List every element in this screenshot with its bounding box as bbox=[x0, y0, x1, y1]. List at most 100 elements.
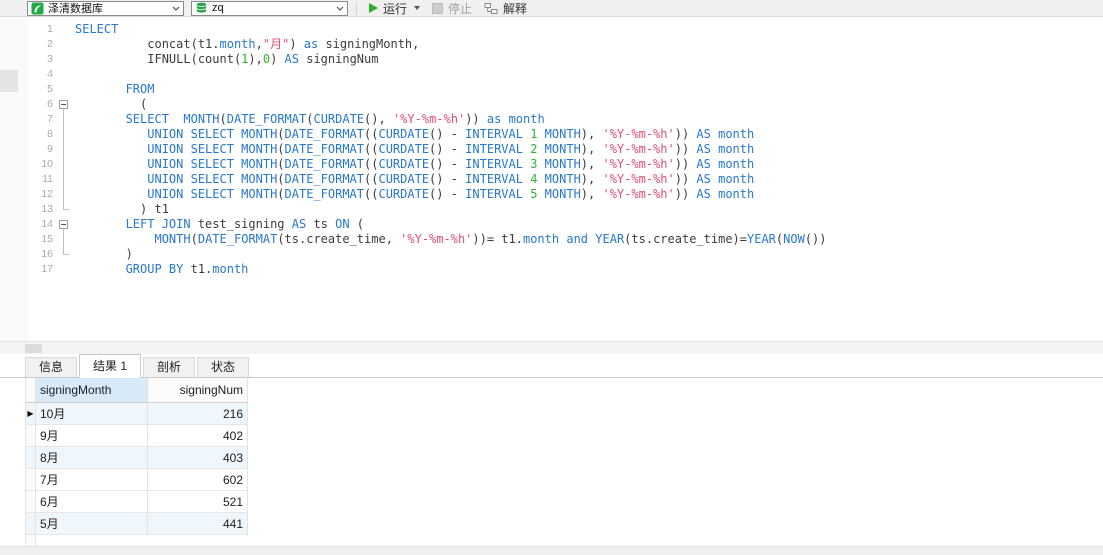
fold-gutter bbox=[57, 262, 72, 277]
database-icon bbox=[196, 2, 207, 13]
editor-hscrollbar[interactable] bbox=[0, 341, 1103, 354]
fold-gutter bbox=[57, 22, 72, 37]
result-row[interactable]: 7月 602 bbox=[25, 469, 248, 491]
connection-select[interactable]: zq bbox=[191, 0, 348, 16]
results-tab[interactable]: 剖析 bbox=[143, 357, 196, 377]
cell-signingNum[interactable]: 521 bbox=[148, 491, 248, 513]
window-bottom-edge bbox=[0, 546, 1103, 555]
fold-gutter bbox=[57, 37, 72, 52]
line-number: 9 bbox=[47, 143, 53, 155]
code-line[interactable]: 14 LEFT JOIN test_signing AS ts ON ( bbox=[0, 217, 1103, 232]
cell-signingNum[interactable]: 403 bbox=[148, 447, 248, 469]
code-text: GROUP BY t1.month bbox=[125, 262, 249, 276]
fold-gutter bbox=[57, 67, 72, 82]
results-tab[interactable]: 信息 bbox=[25, 357, 78, 377]
row-selector[interactable]: ▶ bbox=[25, 403, 36, 425]
fold-gutter bbox=[57, 127, 72, 142]
fold-gutter bbox=[57, 202, 72, 217]
fold-gutter bbox=[57, 187, 72, 202]
code-line[interactable]: 7 SELECT MONTH(DATE_FORMAT(CURDATE(), '%… bbox=[0, 112, 1103, 127]
code-line[interactable]: 17 GROUP BY t1.month bbox=[0, 262, 1103, 277]
line-number: 11 bbox=[42, 173, 53, 185]
fold-gutter bbox=[57, 247, 72, 262]
cell-signingNum[interactable]: 402 bbox=[148, 425, 248, 447]
play-icon bbox=[369, 3, 378, 13]
line-number: 16 bbox=[41, 248, 53, 260]
cell-signingNum[interactable]: 602 bbox=[148, 469, 248, 491]
sql-editor[interactable]: 1 SELECT 2 concat(t1.month,"月") as signing… bbox=[0, 17, 1103, 341]
stop-icon bbox=[432, 2, 444, 14]
cell-signingMonth[interactable]: 8月 bbox=[36, 447, 148, 469]
cell-signingMonth[interactable]: 5月 bbox=[36, 513, 148, 535]
results-tab[interactable]: 结果 1 bbox=[79, 354, 142, 378]
cell-signingMonth[interactable]: 7月 bbox=[36, 469, 148, 491]
explain-button[interactable]: 解释 bbox=[478, 0, 533, 17]
fold-toggle-icon[interactable] bbox=[57, 217, 72, 232]
fold-gutter bbox=[57, 82, 72, 97]
stop-button[interactable]: 停止 bbox=[426, 0, 478, 17]
cell-signingMonth[interactable]: 9月 bbox=[36, 425, 148, 447]
code-text: SELECT MONTH(DATE_FORMAT(CURDATE(), '%Y-… bbox=[125, 112, 545, 126]
code-text: ( bbox=[75, 97, 148, 111]
code-line[interactable]: 13 ) t1 bbox=[0, 202, 1103, 217]
column-header[interactable]: signingNum bbox=[148, 378, 248, 403]
row-selector[interactable] bbox=[25, 447, 36, 469]
code-line[interactable]: 16 ) bbox=[0, 247, 1103, 262]
code-line[interactable]: 9 UNION SELECT MONTH(DATE_FORMAT((CURDAT… bbox=[0, 142, 1103, 157]
code-text: UNION SELECT MONTH(DATE_FORMAT((CURDATE(… bbox=[147, 127, 755, 141]
code-text: concat(t1.month,"月") as signingMonth, bbox=[75, 37, 420, 51]
code-text: UNION SELECT MONTH(DATE_FORMAT((CURDATE(… bbox=[147, 142, 755, 156]
toolbar: 泽清数据库 zq 运行 停止 解释 bbox=[0, 0, 1103, 17]
fold-gutter bbox=[57, 142, 72, 157]
cell-signingNum[interactable]: 216 bbox=[148, 403, 248, 425]
result-row[interactable]: 5月 441 bbox=[25, 513, 248, 535]
line-number: 1 bbox=[47, 23, 53, 35]
code-line[interactable]: 12 UNION SELECT MONTH(DATE_FORMAT((CURDA… bbox=[0, 187, 1103, 202]
code-line[interactable]: 5 FROM bbox=[0, 82, 1103, 97]
column-header[interactable]: signingMonth bbox=[36, 378, 148, 403]
line-number: 13 bbox=[41, 203, 53, 215]
results-tab[interactable]: 状态 bbox=[197, 357, 250, 377]
cell-signingMonth[interactable]: 6月 bbox=[36, 491, 148, 513]
connection-icon bbox=[31, 2, 44, 14]
row-selector[interactable] bbox=[25, 469, 36, 491]
result-row[interactable]: 9月 402 bbox=[25, 425, 248, 447]
code-line[interactable]: 8 UNION SELECT MONTH(DATE_FORMAT((CURDAT… bbox=[0, 127, 1103, 142]
code-line[interactable]: 2 concat(t1.month,"月") as signingMonth, bbox=[0, 37, 1103, 52]
code-line[interactable]: 3 IFNULL(count(1),0) AS signingNum bbox=[0, 52, 1103, 67]
cell-signingMonth[interactable]: 10月 bbox=[36, 403, 148, 425]
code-text: LEFT JOIN test_signing AS ts ON ( bbox=[125, 217, 365, 231]
row-selector[interactable] bbox=[25, 491, 36, 513]
fold-toggle-icon[interactable] bbox=[57, 97, 72, 112]
code-line[interactable]: 15 MONTH(DATE_FORMAT(ts.create_time, '%Y… bbox=[0, 232, 1103, 247]
editor-hscrollbar-thumb[interactable] bbox=[25, 344, 42, 353]
result-grid: signingMonth signingNum ▶ 10月 216 9月 402 8月 403 7… bbox=[25, 378, 248, 535]
line-number: 4 bbox=[47, 68, 53, 80]
code-line[interactable]: 10 UNION SELECT MONTH(DATE_FORMAT((CURDA… bbox=[0, 157, 1103, 172]
code-text: FROM bbox=[125, 82, 155, 96]
code-text: UNION SELECT MONTH(DATE_FORMAT((CURDATE(… bbox=[147, 172, 755, 186]
connection-select-value: zq bbox=[212, 2, 224, 14]
line-number: 6 bbox=[47, 98, 53, 110]
row-selector-header[interactable] bbox=[25, 378, 36, 403]
result-row[interactable]: 6月 521 bbox=[25, 491, 248, 513]
run-button[interactable]: 运行 bbox=[363, 0, 426, 17]
code-text: IFNULL(count(1),0) AS signingNum bbox=[75, 52, 379, 66]
run-button-label: 运行 bbox=[383, 1, 408, 16]
code-text: UNION SELECT MONTH(DATE_FORMAT((CURDATE(… bbox=[147, 187, 755, 201]
row-selector[interactable] bbox=[25, 425, 36, 447]
row-selector[interactable] bbox=[25, 513, 36, 535]
result-row[interactable]: ▶ 10月 216 bbox=[25, 403, 248, 425]
line-number: 17 bbox=[41, 263, 53, 275]
cell-signingNum[interactable]: 441 bbox=[148, 513, 248, 535]
code-line[interactable]: 1 SELECT bbox=[0, 22, 1103, 37]
code-text: UNION SELECT MONTH(DATE_FORMAT((CURDATE(… bbox=[147, 157, 755, 171]
code-line[interactable]: 6 ( bbox=[0, 97, 1103, 112]
fold-gutter bbox=[57, 232, 72, 247]
line-number: 15 bbox=[41, 233, 53, 245]
code-line[interactable]: 11 UNION SELECT MONTH(DATE_FORMAT((CURDA… bbox=[0, 172, 1103, 187]
code-line[interactable]: 4 bbox=[0, 67, 1103, 82]
database-select[interactable]: 泽清数据库 bbox=[27, 0, 184, 16]
result-row[interactable]: 8月 403 bbox=[25, 447, 248, 469]
line-number: 7 bbox=[47, 113, 53, 125]
